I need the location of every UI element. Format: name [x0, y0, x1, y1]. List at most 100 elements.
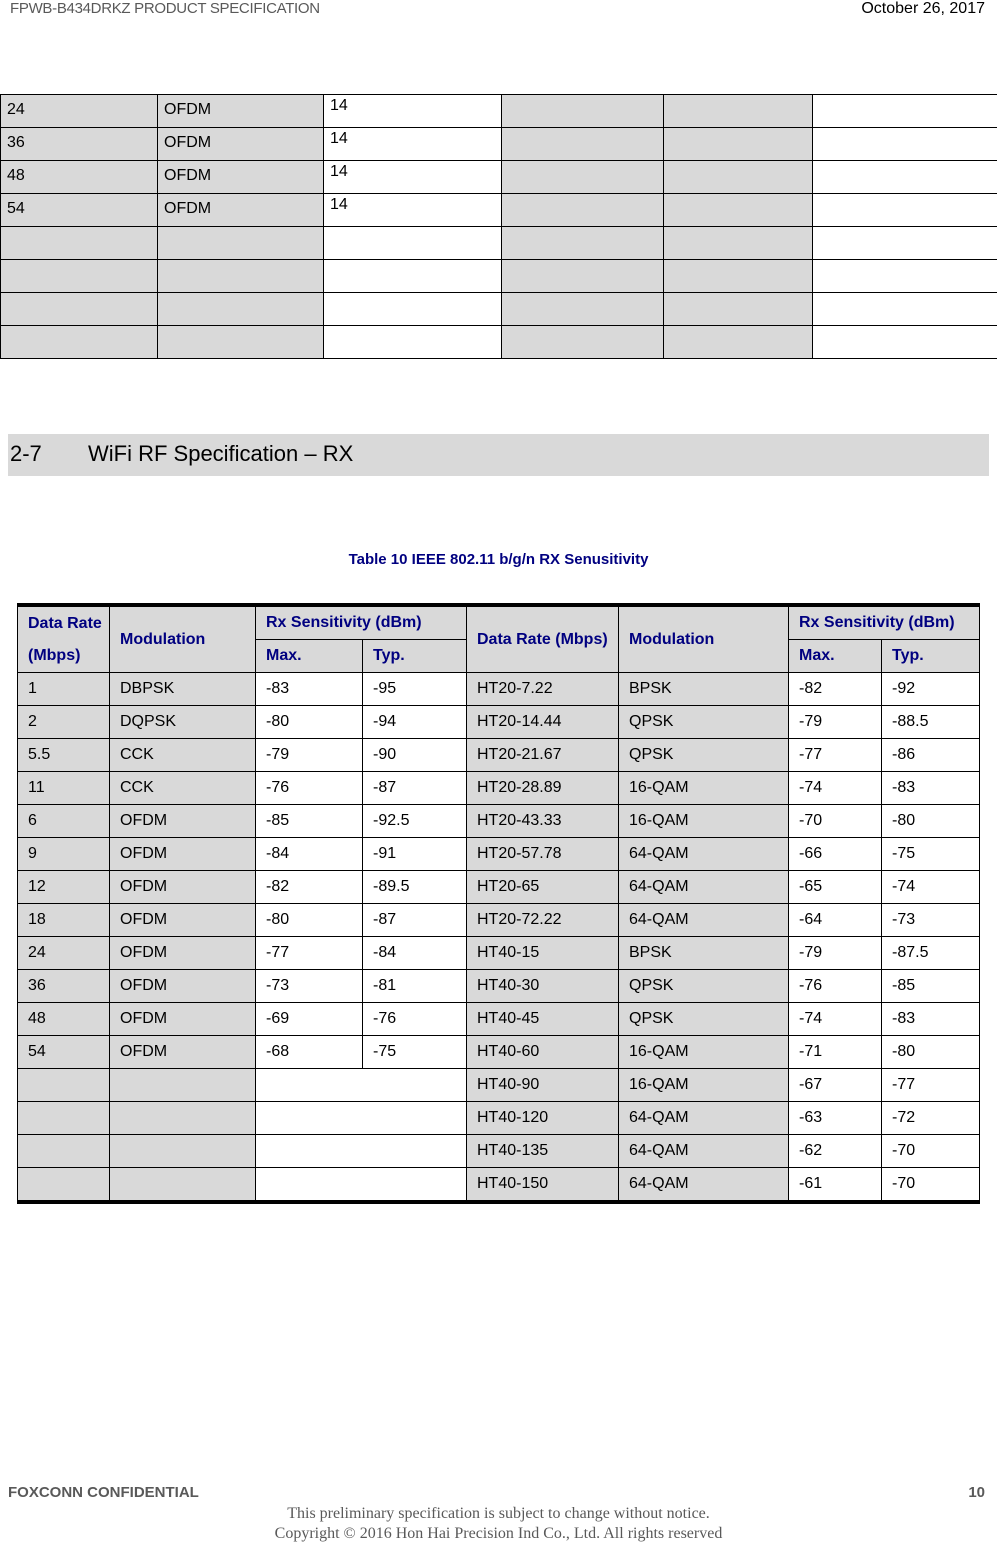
cell-max: -77: [255, 936, 363, 970]
table-cell: 24: [0, 94, 158, 128]
cell-rx-sensitivity-empty: [255, 1167, 467, 1203]
table-cell: [323, 259, 502, 293]
table-cell: [0, 226, 158, 260]
cell-typ: -88.5: [881, 705, 980, 739]
table-cell: [0, 292, 158, 326]
cell-modulation: OFDM: [109, 936, 256, 970]
cell-modulation: 64-QAM: [618, 903, 789, 937]
cell-typ: -84: [362, 936, 467, 970]
table-cell: 54: [0, 193, 158, 227]
cell-data-rate: HT40-30: [466, 969, 619, 1003]
cell-data-rate: 2: [17, 705, 110, 739]
cell-max: -64: [788, 903, 882, 937]
cell-modulation: 16-QAM: [618, 1068, 789, 1102]
cell-modulation: OFDM: [109, 870, 256, 904]
table-cell: [501, 193, 664, 227]
cell-data-rate: HT40-60: [466, 1035, 619, 1069]
table-row: 24 OFDM -77 -84 HT40-15 BPSK -79 -87.5: [17, 936, 980, 970]
cell-data-rate: 12: [17, 870, 110, 904]
table-cell: [663, 94, 813, 128]
cell-modulation: QPSK: [618, 969, 789, 1003]
cell-max: -79: [788, 705, 882, 739]
table-cell: [157, 226, 324, 260]
table-cell: [501, 292, 664, 326]
cell-modulation: 64-QAM: [618, 1167, 789, 1203]
header-max-right: Max.: [788, 639, 882, 673]
cell-max: -82: [788, 672, 882, 706]
cell-modulation: 64-QAM: [618, 870, 789, 904]
table-row: 11 CCK -76 -87 HT20-28.89 16-QAM -74 -83: [17, 771, 980, 805]
cell-modulation: OFDM: [109, 837, 256, 871]
table-cell: [812, 259, 997, 293]
cell-typ: -74: [881, 870, 980, 904]
header-max-left: Max.: [255, 639, 363, 673]
cell-max: -84: [255, 837, 363, 871]
table-row: 36 OFDM -73 -81 HT40-30 QPSK -76 -85: [17, 969, 980, 1003]
cell-modulation: QPSK: [618, 705, 789, 739]
cell-max: -63: [788, 1101, 882, 1135]
cell-max: -70: [788, 804, 882, 838]
table-cell: [663, 292, 813, 326]
cell-typ: -87: [362, 771, 467, 805]
cell-data-rate: [17, 1068, 110, 1102]
cell-typ: -83: [881, 771, 980, 805]
table-cell: [812, 292, 997, 326]
cell-typ: -95: [362, 672, 467, 706]
cell-modulation: OFDM: [109, 903, 256, 937]
table-row: [0, 226, 997, 260]
table-cell: 14: [323, 160, 502, 194]
cell-typ: -90: [362, 738, 467, 772]
header-data-rate-left: Data Rate (Mbps): [17, 604, 110, 673]
table-row: 9 OFDM -84 -91 HT20-57.78 64-QAM -66 -75: [17, 837, 980, 871]
table-cell: [812, 94, 997, 128]
cell-data-rate: HT40-45: [466, 1002, 619, 1036]
cell-data-rate: [17, 1101, 110, 1135]
table-cell: [501, 160, 664, 194]
table-cell: [0, 259, 158, 293]
cell-max: -79: [255, 738, 363, 772]
cell-modulation: OFDM: [109, 1035, 256, 1069]
cell-max: -66: [788, 837, 882, 871]
cell-modulation: 64-QAM: [618, 1101, 789, 1135]
cell-data-rate: HT20-57.78: [466, 837, 619, 871]
section-title: WiFi RF Specification – RX: [88, 441, 354, 466]
table-cell: [501, 127, 664, 161]
cell-data-rate: HT20-7.22: [466, 672, 619, 706]
table-row: 12 OFDM -82 -89.5 HT20-65 64-QAM -65 -74: [17, 870, 980, 904]
cell-typ: -92.5: [362, 804, 467, 838]
table-cell: [663, 325, 813, 359]
header-modulation-right: Modulation: [618, 604, 789, 673]
cell-typ: -87: [362, 903, 467, 937]
cell-modulation: OFDM: [109, 969, 256, 1003]
table-cell: [501, 226, 664, 260]
table-row: 54 OFDM -68 -75 HT40-60 16-QAM -71 -80: [17, 1035, 980, 1069]
cell-max: -73: [255, 969, 363, 1003]
cell-typ: -85: [881, 969, 980, 1003]
footer-notice: This preliminary specification is subjec…: [287, 1505, 710, 1522]
cell-data-rate: [17, 1167, 110, 1203]
table-cell: [812, 226, 997, 260]
cell-data-rate: HT40-150: [466, 1167, 619, 1203]
table-cell: 14: [323, 94, 502, 128]
table-cell: [157, 325, 324, 359]
cell-typ: -70: [881, 1167, 980, 1203]
table-row: [0, 259, 997, 293]
table-cell: [323, 325, 502, 359]
cell-data-rate: 24: [17, 936, 110, 970]
cell-max: -74: [788, 771, 882, 805]
table-cell: [501, 94, 664, 128]
cell-typ: -70: [881, 1134, 980, 1168]
cell-max: -76: [788, 969, 882, 1003]
footer-confidential: FOXCONN CONFIDENTIAL: [8, 1484, 199, 1501]
table-cell: [812, 193, 997, 227]
cell-max: -80: [255, 903, 363, 937]
table-cell: [323, 292, 502, 326]
cell-max: -65: [788, 870, 882, 904]
cell-modulation: DQPSK: [109, 705, 256, 739]
document-date: October 26, 2017: [861, 0, 985, 17]
table-cell: 48: [0, 160, 158, 194]
table-row: 6 OFDM -85 -92.5 HT20-43.33 16-QAM -70 -80: [17, 804, 980, 838]
cell-rx-sensitivity-empty: [255, 1101, 467, 1135]
header-data-rate-right: Data Rate (Mbps): [466, 604, 619, 673]
cell-typ: -80: [881, 1035, 980, 1069]
